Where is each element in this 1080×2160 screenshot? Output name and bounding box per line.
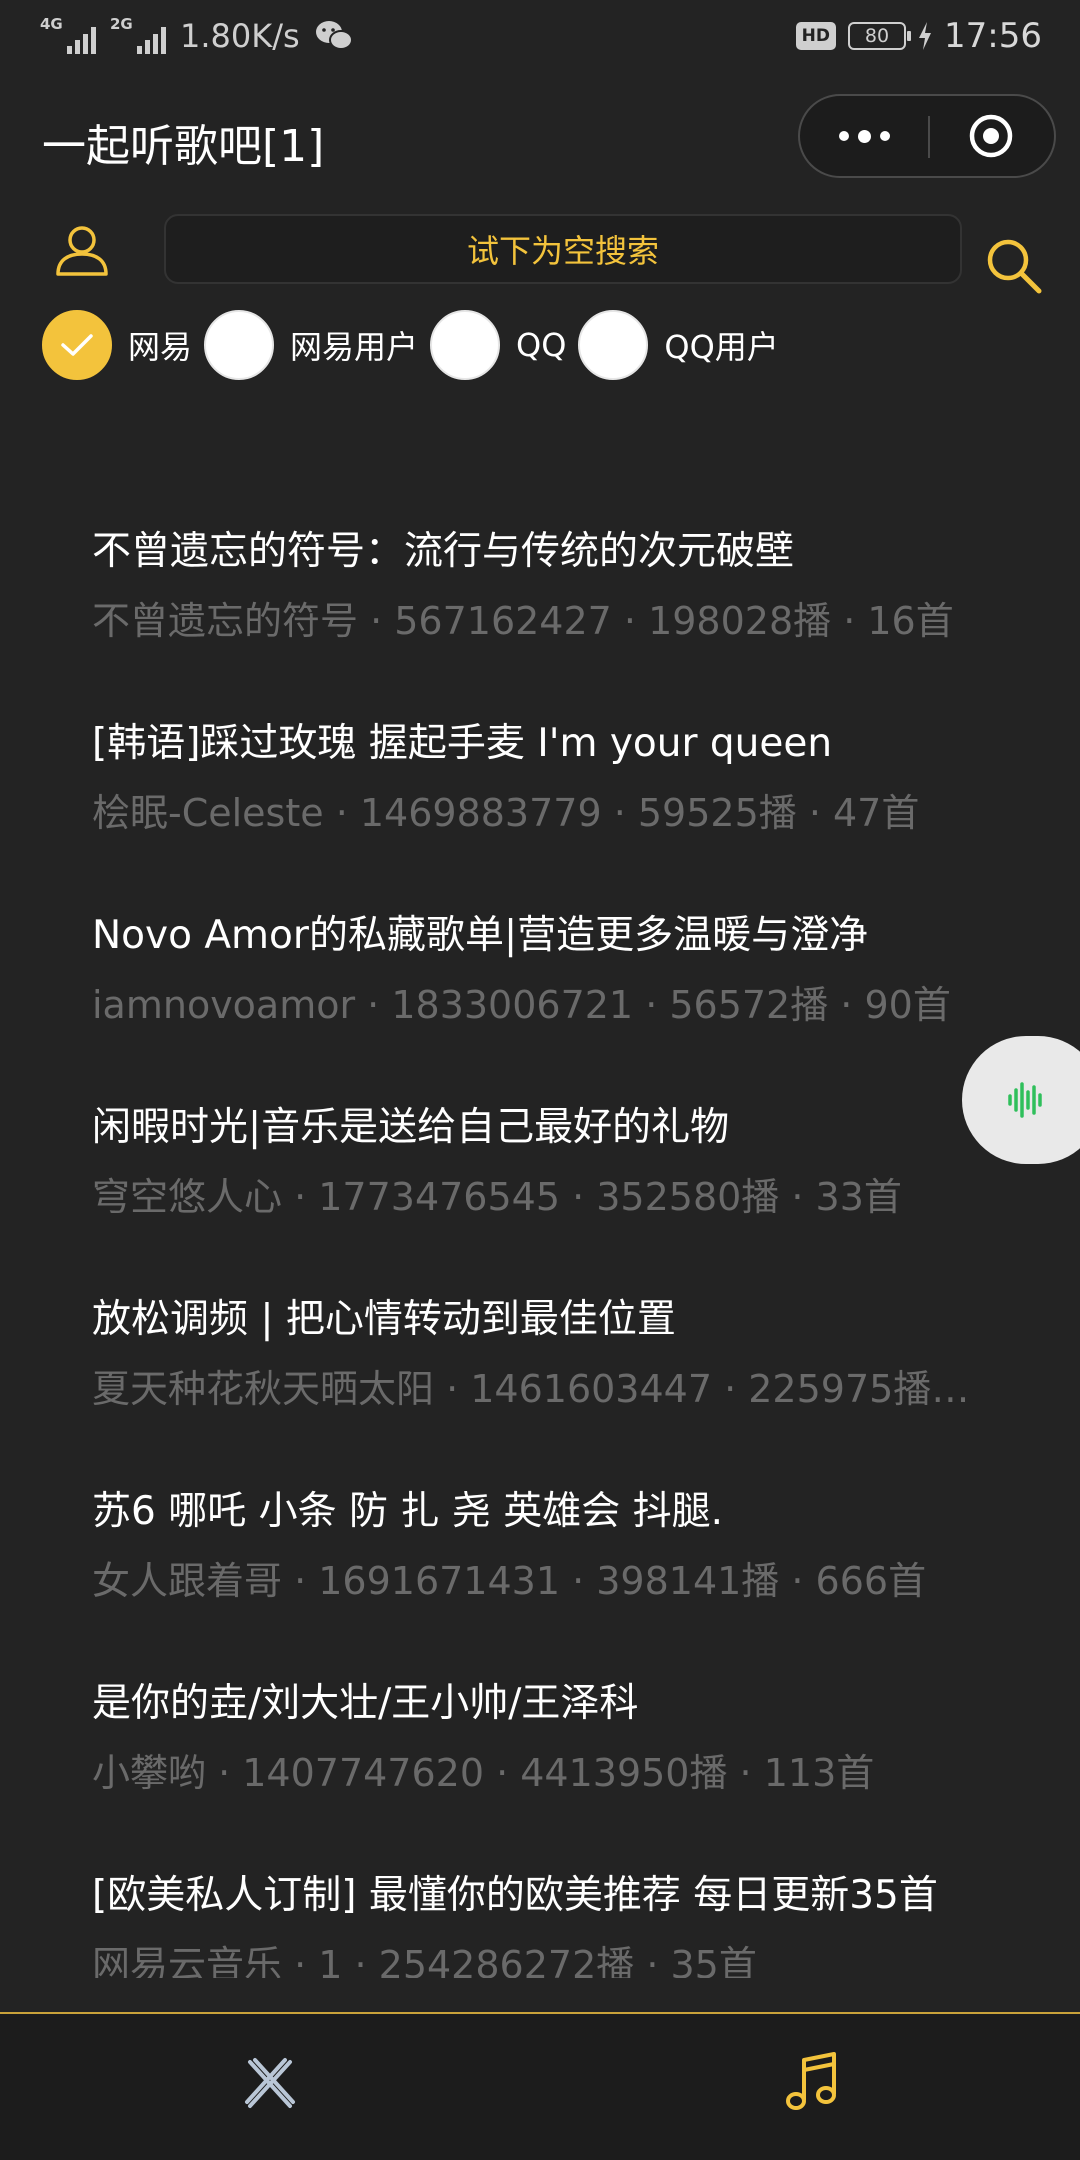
playlist-meta: 网易云音乐 · 1 · 254286272播 · 35首 xyxy=(92,1943,757,1978)
source-option-qq[interactable]: QQ xyxy=(430,310,566,380)
app-screen: 4G 2G 1.80K/s HD 80 17:56 一起听歌吧[1] 试下为空搜… xyxy=(0,0,1080,2160)
source-label: QQ用户 xyxy=(664,328,779,366)
search-input[interactable]: 试下为空搜索 xyxy=(164,214,962,284)
playlist-title: Novo Amor的私藏歌单|营造更多温暖与澄净 xyxy=(92,913,869,958)
playlist-meta: 穹空悠人心 · 1773476545 · 352580播 · 33首 xyxy=(92,1175,902,1219)
exit-mini-program-button[interactable] xyxy=(928,96,1054,176)
playlist-item[interactable]: 是你的垚/刘大壮/王小帅/王泽科 小攀哟 · 1407747620 · 4413… xyxy=(92,1652,992,1832)
playlist-title: 放松调频 | 把心情转动到最佳位置 xyxy=(92,1297,676,1342)
page-title: 一起听歌吧[1] xyxy=(42,121,325,172)
source-selector: 网易 网易用户 QQ QQ用户 xyxy=(42,310,791,380)
voice-wave-icon xyxy=(1008,1082,1042,1118)
close-icon[interactable] xyxy=(240,2054,300,2114)
more-dot xyxy=(857,129,871,143)
status-right: HD 80 17:56 xyxy=(795,14,1042,58)
playlist-title: 闲暇时光|音乐是送给自己最好的礼物 xyxy=(92,1105,730,1150)
playlist-item[interactable]: 闲暇时光|音乐是送给自己最好的礼物 穹空悠人心 · 1773476545 · 3… xyxy=(92,1076,992,1256)
signal-tag: 2G xyxy=(110,15,133,33)
radio-unchecked[interactable] xyxy=(430,310,501,380)
playlist-item[interactable]: 不曾遗忘的符号：流行与传统的次元破壁 不曾遗忘的符号 · 567162427 ·… xyxy=(92,500,992,680)
battery-icon: 80 xyxy=(848,22,912,50)
bottom-toolbar xyxy=(0,2012,1080,2160)
source-option-qq-user[interactable]: QQ用户 xyxy=(578,310,779,380)
source-label: 网易用户 xyxy=(290,328,419,366)
playlist-meta: 夏天种花秋天晒太阳 · 1461603447 · 225975播 · 74首 xyxy=(92,1367,972,1411)
playlist-meta: 小攀哟 · 1407747620 · 4413950播 · 113首 xyxy=(92,1751,875,1795)
playlist-list: 不曾遗忘的符号：流行与传统的次元破壁 不曾遗忘的符号 · 567162427 ·… xyxy=(0,500,1080,1978)
source-label: 网易 xyxy=(128,328,193,366)
search-icon[interactable] xyxy=(984,236,1044,296)
status-bar: 4G 2G 1.80K/s HD 80 17:56 xyxy=(0,0,1080,72)
source-option-netease-user[interactable]: 网易用户 xyxy=(204,310,418,380)
playlist-item[interactable]: 放松调频 | 把心情转动到最佳位置 夏天种花秋天晒太阳 · 1461603447… xyxy=(92,1268,992,1448)
battery-level: 80 xyxy=(864,25,890,47)
voice-search-button[interactable] xyxy=(962,1036,1080,1164)
clock: 17:56 xyxy=(944,16,1042,56)
search-placeholder: 试下为空搜索 xyxy=(466,232,659,270)
status-left: 4G 2G 1.80K/s xyxy=(40,14,354,58)
signal-2g-icon: 2G xyxy=(110,16,166,56)
wechat-icon xyxy=(315,21,353,50)
playlist-meta: 不曾遗忘的符号 · 567162427 · 198028播 · 16首 xyxy=(92,599,954,643)
signal-4g-icon: 4G xyxy=(40,16,96,56)
radio-checked[interactable] xyxy=(42,310,112,380)
playlist-meta: iamnovoamor · 1833006721 · 56572播 · 90首 xyxy=(92,983,951,1027)
more-options-button[interactable] xyxy=(800,96,928,176)
source-label: QQ xyxy=(516,326,567,364)
radio-unchecked[interactable] xyxy=(204,310,275,380)
playlist-title: 不曾遗忘的符号：流行与传统的次元破壁 xyxy=(92,529,795,574)
playlist-title: [欧美私人订制] 最懂你的欧美推荐 每日更新35首 xyxy=(92,1873,938,1918)
title-bar: 一起听歌吧[1] xyxy=(0,72,1080,202)
net-speed: 1.80K/s xyxy=(180,17,300,55)
source-option-netease[interactable]: 网易 xyxy=(42,310,192,380)
charging-icon xyxy=(919,22,932,50)
signal-tag: 4G xyxy=(40,15,63,33)
playlist-meta: 女人跟着哥 · 1691671431 · 398141播 · 666首 xyxy=(92,1559,927,1603)
mini-program-capsule xyxy=(798,94,1056,178)
playlist-item[interactable]: 苏6 哪吒 小条 防 扎 尧 英雄会 抖腿. 女人跟着哥 · 169167143… xyxy=(92,1460,992,1640)
target-close-icon xyxy=(969,114,1013,158)
more-dot xyxy=(838,131,849,141)
playlist-item[interactable]: Novo Amor的私藏歌单|营造更多温暖与澄净 iamnovoamor · 1… xyxy=(92,884,992,1064)
playlist-meta: 桧眠-Celeste · 1469883779 · 59525播 · 47首 xyxy=(92,791,920,835)
playlist-item[interactable]: [欧美私人订制] 最懂你的欧美推荐 每日更新35首 网易云音乐 · 1 · 25… xyxy=(92,1844,992,1978)
playlist-title: 苏6 哪吒 小条 防 扎 尧 英雄会 抖腿. xyxy=(92,1489,723,1534)
radio-unchecked[interactable] xyxy=(578,310,649,380)
user-icon[interactable] xyxy=(54,222,110,278)
check-icon xyxy=(61,334,93,356)
more-dot xyxy=(879,131,890,141)
hd-badge: HD xyxy=(795,22,837,50)
playlist-item[interactable]: [韩语]踩过玫瑰 握起手麦 I'm your queen 桧眠-Celeste … xyxy=(92,692,992,872)
playlist-title: [韩语]踩过玫瑰 握起手麦 I'm your queen xyxy=(92,721,833,766)
music-note-icon[interactable] xyxy=(782,2050,842,2114)
playlist-title: 是你的垚/刘大壮/王小帅/王泽科 xyxy=(92,1681,639,1726)
